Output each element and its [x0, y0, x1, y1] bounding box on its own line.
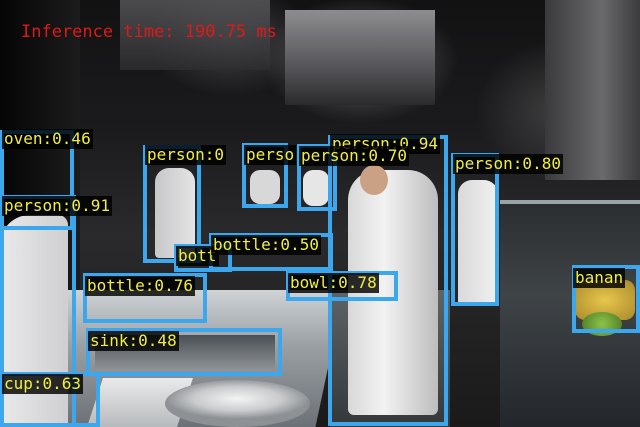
inference-time-text: Inference time: 190.75 ms — [21, 22, 277, 42]
detection-label-bowl: bowl:0.78 — [288, 273, 379, 293]
detection-label-banana: banan — [573, 268, 626, 288]
detection-box-person-right — [451, 153, 499, 306]
kitchen-scene: oven:0.46 person:0.91 person:0 perso per… — [0, 0, 640, 427]
detection-label-sink: sink:0.48 — [88, 331, 179, 351]
exhaust-hood-right — [545, 0, 640, 180]
detection-label-cup: cup:0.63 — [2, 374, 84, 394]
detection-label-person-back3: person:0.70 — [299, 146, 409, 166]
detection-label-oven: oven:0.46 — [2, 129, 93, 149]
detection-label-person-back1: person:0 — [145, 145, 227, 165]
detection-label-person-back2: perso — [244, 145, 297, 165]
detection-label-person-left: person:0.91 — [2, 196, 112, 216]
detection-label-bottle-3: bottle:0.76 — [85, 276, 195, 296]
detection-label-bottle-2: bottle:0.50 — [211, 235, 321, 255]
detection-label-person-right: person:0.80 — [453, 154, 563, 174]
exhaust-hood-center — [285, 10, 435, 105]
round-plates — [165, 380, 310, 427]
